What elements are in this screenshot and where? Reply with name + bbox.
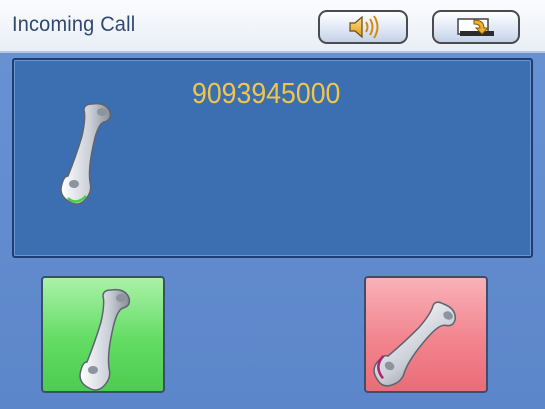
speaker-icon [349, 15, 379, 39]
call-info-panel: 9093945000 [12, 58, 533, 258]
speaker-button[interactable] [318, 10, 408, 44]
handset-icon [79, 288, 131, 391]
incoming-call-screen: Incoming Call 9093945000 [0, 0, 545, 409]
switch-window-icon [457, 18, 494, 36]
handset-icon [60, 102, 112, 205]
screen-title: Incoming Call [12, 13, 136, 36]
title-bar: Incoming Call [0, 0, 545, 53]
decline-call-button[interactable] [364, 276, 488, 393]
caller-number: 9093945000 [192, 78, 341, 110]
accept-call-button[interactable] [41, 276, 165, 393]
hang-up-handset-icon [373, 301, 456, 387]
switch-screen-button[interactable] [432, 10, 520, 44]
